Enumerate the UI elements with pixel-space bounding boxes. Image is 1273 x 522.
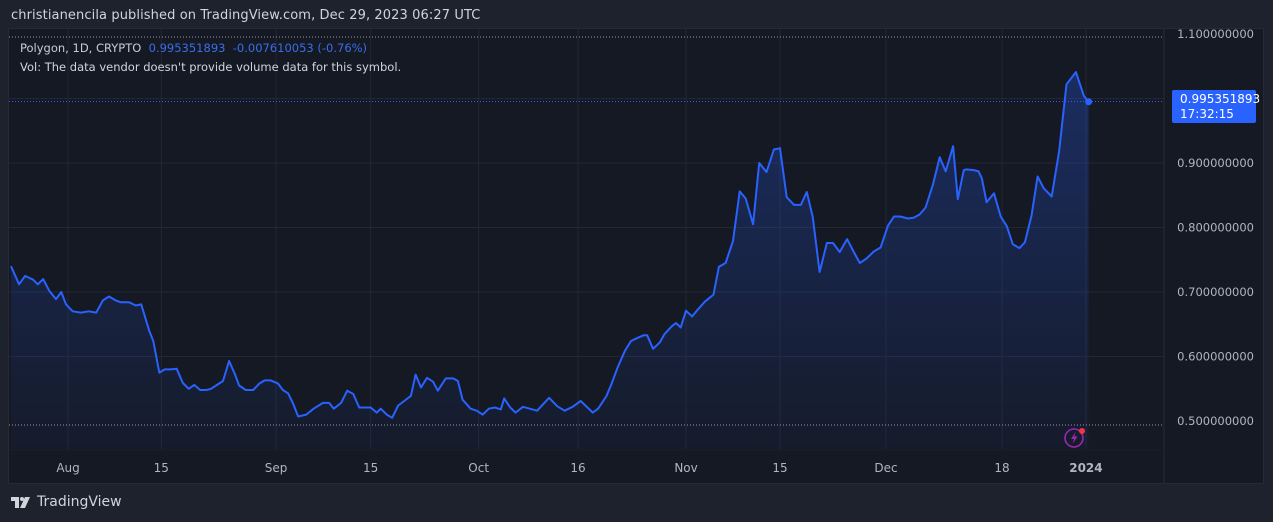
y-tick-label: 0.800000000	[1177, 221, 1254, 235]
volume-note: Vol: The data vendor doesn't provide vol…	[20, 60, 402, 74]
area-fill	[11, 72, 1089, 449]
time-axis: Aug 15 Sep 15 Oct 16 Nov 15 Dec 18 2024	[56, 461, 1102, 475]
y-tick-label: 1.100000000	[1177, 29, 1254, 41]
last-price: 0.995351893	[1180, 92, 1261, 106]
legend-symbol[interactable]: Polygon, 1D, CRYPTO	[20, 41, 141, 55]
y-tick-label: 0.700000000	[1177, 285, 1254, 299]
y-tick-label: 0.900000000	[1177, 156, 1254, 170]
x-tick-label: Oct	[468, 461, 489, 475]
legend: Polygon, 1D, CRYPTO 0.995351893 -0.00761…	[20, 39, 401, 77]
last-price-tag: 0.995351893 17:32:15	[1172, 90, 1261, 123]
y-tick-label: 0.500000000	[1177, 414, 1254, 428]
last-price-dot	[1085, 98, 1093, 106]
brand-name: TradingView	[37, 494, 122, 510]
lightning-icon[interactable]	[1063, 426, 1087, 450]
notification-dot	[1079, 428, 1085, 434]
x-tick-label: Dec	[874, 461, 897, 475]
chart-pane[interactable]: 1.100000000 0.900000000 0.800000000 0.70000…	[8, 28, 1264, 484]
y-tick-label: 0.600000000	[1177, 350, 1254, 364]
x-tick-label: 15	[363, 461, 378, 475]
tradingview-logo[interactable]: TradingView	[11, 494, 122, 510]
x-tick-label: Nov	[674, 461, 697, 475]
x-tick-label: 2024	[1069, 461, 1102, 475]
x-tick-label: Aug	[56, 461, 79, 475]
tradingview-logo-icon	[11, 497, 30, 508]
bar-countdown: 17:32:15	[1180, 107, 1234, 121]
x-tick-label: 15	[772, 461, 787, 475]
series	[10, 71, 1093, 449]
x-tick-label: Sep	[265, 461, 288, 475]
legend-price: 0.995351893	[148, 41, 226, 55]
published-caption: christianencila published on TradingView…	[11, 8, 481, 23]
price-chart[interactable]: 1.100000000 0.900000000 0.800000000 0.70000…	[9, 29, 1263, 483]
x-tick-label: 16	[570, 461, 585, 475]
x-tick-label: 15	[154, 461, 169, 475]
price-axis: 1.100000000 0.900000000 0.800000000 0.70000…	[1177, 29, 1254, 428]
legend-change: -0.007610053 (-0.76%)	[232, 41, 368, 55]
x-tick-label: 18	[994, 461, 1009, 475]
